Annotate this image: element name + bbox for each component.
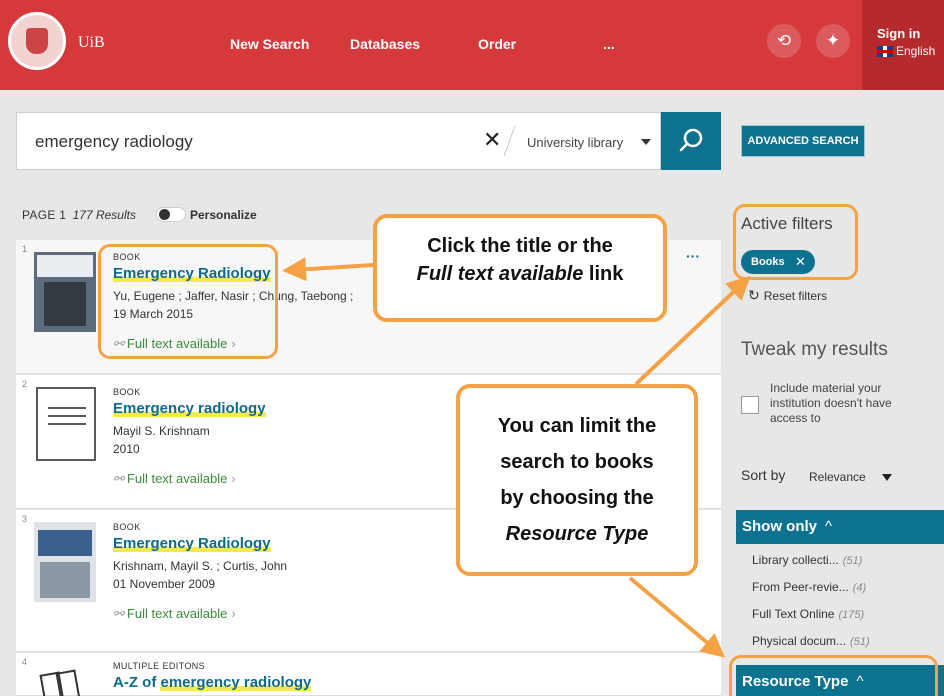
book-cover-thumbnail[interactable] (34, 252, 96, 332)
link-icon: ⚯ (113, 471, 124, 486)
result-title-link[interactable]: A-Z of emergency radiology (113, 674, 312, 691)
chevron-down-icon[interactable] (882, 474, 892, 481)
resource-type-highlight-outline (729, 655, 938, 696)
tweak-results-heading: Tweak my results (741, 339, 888, 360)
resource-type-label: MULTIPLE EDITONS (113, 661, 206, 671)
multiple-editions-icon[interactable] (36, 667, 96, 696)
facet-item[interactable]: Physical docum... (51) (752, 634, 870, 648)
history-icon[interactable]: ⟲ (767, 24, 801, 58)
result-item: 4 MULTIPLE EDITONS A-Z of emergency radi… (16, 653, 721, 696)
reset-icon: ↻ (748, 287, 760, 303)
search-input[interactable]: emergency radiology (35, 132, 193, 152)
result-date: 2010 (113, 442, 140, 456)
search-button[interactable] (661, 112, 721, 170)
result-index: 4 (22, 657, 28, 667)
language-selector[interactable]: English (877, 44, 935, 58)
chevron-right-icon: › (231, 606, 236, 621)
title-tip-callout: Click the title or the Full text availab… (373, 214, 667, 322)
link-icon: ⚯ (113, 606, 124, 621)
personalize-toggle[interactable] (156, 207, 186, 222)
full-text-link[interactable]: ⚯ Full text available › (113, 471, 236, 487)
chevron-right-icon: › (231, 471, 236, 486)
result-date: 01 November 2009 (113, 577, 216, 591)
search-scope-select[interactable]: University library (527, 135, 623, 150)
resource-type-label: BOOK (113, 387, 141, 397)
result-title-link[interactable]: Emergency radiology (113, 400, 266, 417)
sort-select[interactable]: Relevance (809, 470, 866, 484)
sign-in-link[interactable]: Sign in (877, 26, 920, 41)
result-title-link[interactable]: Emergency Radiology (113, 535, 271, 552)
personalize-label: Personalize (190, 208, 257, 222)
nav-more[interactable]: ... (603, 36, 615, 52)
logo-text[interactable]: UiB (78, 34, 105, 52)
limit-tip-callout: You can limit the search to books by cho… (456, 384, 698, 576)
chevron-up-icon: ^ (825, 518, 833, 535)
results-count: 177 Results (72, 208, 136, 222)
facet-item[interactable]: From Peer-revie... (4) (752, 580, 866, 594)
full-text-link[interactable]: ⚯ Full text available › (113, 606, 236, 622)
result-authors: Mayil S. Krishnam (113, 424, 210, 438)
show-only-facet-header[interactable]: Show only ^ (736, 510, 944, 544)
title-highlight-outline (98, 244, 278, 359)
nav-databases[interactable]: Databases (350, 36, 420, 52)
more-actions-icon[interactable]: ··· (686, 248, 700, 264)
facet-item[interactable]: Library collecti... (51) (752, 553, 862, 567)
results-summary: PAGE 1 177 Results (22, 208, 136, 222)
top-header: UiB New Search Databases Order ... ⟲ ✦ S… (0, 0, 944, 90)
search-bar[interactable]: emergency radiology ✕ University library (16, 112, 661, 170)
include-no-access-label: Include material your institution doesn'… (770, 381, 892, 425)
university-seal-logo[interactable] (8, 12, 66, 70)
include-no-access-checkbox[interactable] (741, 396, 759, 414)
nav-order[interactable]: Order (478, 36, 516, 52)
book-cover-thumbnail[interactable] (34, 522, 96, 602)
result-index: 1 (22, 244, 28, 254)
uk-flag-icon (877, 45, 893, 57)
facet-item[interactable]: Full Text Online (175) (752, 607, 864, 621)
result-index: 2 (22, 379, 28, 389)
language-label: English (896, 44, 936, 58)
sort-by-label: Sort by (741, 467, 786, 483)
nav-new-search[interactable]: New Search (230, 36, 309, 52)
chevron-down-icon[interactable] (641, 139, 651, 145)
search-divider (503, 125, 516, 157)
generic-book-icon[interactable] (36, 387, 96, 461)
sign-in-area[interactable]: Sign in English (862, 0, 944, 90)
resource-type-label: BOOK (113, 522, 141, 532)
reset-filters-button[interactable]: ↻ Reset filters (748, 287, 827, 304)
active-filters-highlight-outline (733, 204, 858, 280)
clear-search-icon[interactable]: ✕ (483, 127, 501, 153)
advanced-search-button[interactable]: ADVANCED SEARCH (741, 125, 865, 157)
pin-icon[interactable]: ✦ (816, 24, 850, 58)
result-index: 3 (22, 514, 28, 524)
result-authors: Krishnam, Mayil S. ; Curtis, John (113, 559, 288, 573)
page-number: PAGE 1 (22, 208, 67, 222)
search-icon (679, 128, 703, 152)
